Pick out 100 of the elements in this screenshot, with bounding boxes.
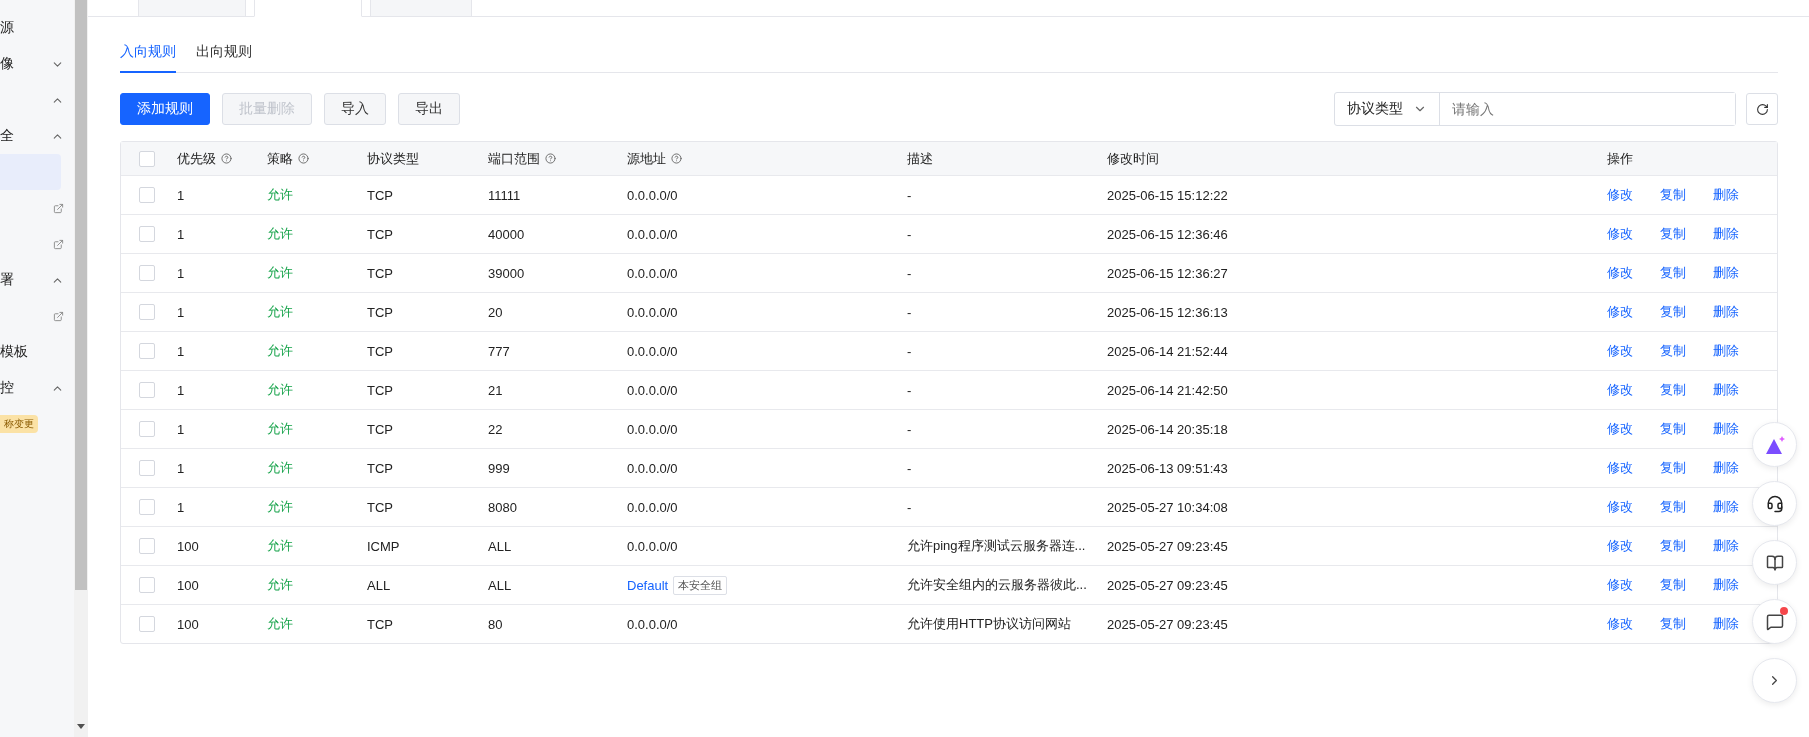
table-cell-text: 允许 bbox=[267, 342, 294, 360]
checkbox[interactable] bbox=[139, 265, 155, 281]
table-cell-text: 0.0.0.0/0 bbox=[627, 226, 679, 242]
sidebar-group-label[interactable]: 控 bbox=[0, 379, 14, 397]
checkbox[interactable] bbox=[139, 226, 155, 242]
tab[interactable] bbox=[370, 0, 472, 17]
action-link[interactable]: 修改 bbox=[1607, 615, 1633, 633]
table-cell-text: TCP bbox=[367, 226, 394, 242]
table-cell-text: 1 bbox=[177, 421, 186, 437]
table-cell-text: 允许 bbox=[267, 537, 294, 555]
action-link[interactable]: 删除 bbox=[1713, 303, 1739, 321]
column-header: 协议类型 bbox=[367, 149, 419, 168]
action-link[interactable]: 修改 bbox=[1607, 498, 1633, 516]
action-link[interactable]: 复制 bbox=[1660, 420, 1686, 438]
action-link[interactable]: 删除 bbox=[1713, 537, 1739, 555]
sidebar-item[interactable]: 源 bbox=[0, 19, 14, 37]
table-cell-text: 80 bbox=[488, 616, 504, 632]
action-link[interactable]: 复制 bbox=[1660, 264, 1686, 282]
action-link[interactable]: 复制 bbox=[1660, 459, 1686, 477]
table-cell-text: - bbox=[907, 226, 913, 242]
action-link[interactable]: 删除 bbox=[1713, 225, 1739, 243]
checkbox[interactable] bbox=[139, 150, 155, 167]
table-cell-text: 2025-06-15 12:36:13 bbox=[1107, 304, 1229, 320]
table-cell-text: 2025-06-14 20:35:18 bbox=[1107, 421, 1229, 437]
action-link[interactable]: 修改 bbox=[1607, 576, 1633, 594]
source-tag: 本安全组 bbox=[673, 575, 728, 595]
action-link[interactable]: 删除 bbox=[1713, 342, 1739, 360]
sidebar-group-label[interactable]: 像 bbox=[0, 55, 14, 73]
action-link[interactable]: 修改 bbox=[1607, 225, 1633, 243]
floating-button[interactable] bbox=[1752, 540, 1797, 585]
table-cell-text: 2025-05-27 10:34:08 bbox=[1107, 499, 1229, 515]
action-link[interactable]: 复制 bbox=[1660, 498, 1686, 516]
action-link[interactable]: 复制 bbox=[1660, 381, 1686, 399]
checkbox[interactable] bbox=[139, 499, 155, 515]
search-field[interactable]: 协议类型 请输入 bbox=[1334, 92, 1736, 126]
scrollbar[interactable] bbox=[74, 0, 88, 737]
table-cell-text: 40000 bbox=[488, 226, 526, 242]
table-cell-text: - bbox=[907, 421, 913, 437]
sidebar-group-label[interactable]: 署 bbox=[0, 271, 14, 289]
checkbox[interactable] bbox=[139, 538, 155, 554]
table-cell-text: ALL bbox=[488, 538, 513, 554]
action-link[interactable]: 复制 bbox=[1660, 186, 1686, 204]
checkbox[interactable] bbox=[139, 421, 155, 437]
sidebar-group-label[interactable]: 全 bbox=[0, 127, 14, 145]
action-link[interactable]: 删除 bbox=[1713, 615, 1739, 633]
action-link[interactable]: 修改 bbox=[1607, 381, 1633, 399]
source-link[interactable]: Default bbox=[627, 577, 669, 593]
action-link[interactable]: 修改 bbox=[1607, 537, 1633, 555]
action-link[interactable]: 删除 bbox=[1713, 381, 1739, 399]
checkbox[interactable] bbox=[139, 382, 155, 398]
table-cell-text: 2025-05-27 09:23:45 bbox=[1107, 577, 1229, 593]
column-header: 修改时间 bbox=[1107, 149, 1159, 168]
external-link-icon bbox=[53, 310, 64, 322]
table-cell-text: - bbox=[907, 187, 913, 203]
column-header: 描述 bbox=[907, 149, 933, 168]
sidebar-item[interactable]: 模板 bbox=[0, 343, 28, 361]
action-link[interactable]: 修改 bbox=[1607, 420, 1633, 438]
checkbox[interactable] bbox=[139, 187, 155, 203]
sidebar-badge: 称变更 bbox=[0, 415, 38, 433]
table-cell-text: 1 bbox=[177, 343, 186, 359]
checkbox[interactable] bbox=[139, 343, 155, 359]
floating-button[interactable] bbox=[1752, 481, 1797, 526]
action-link[interactable]: 修改 bbox=[1607, 186, 1633, 204]
checkbox[interactable] bbox=[139, 577, 155, 593]
action-link[interactable]: 删除 bbox=[1713, 264, 1739, 282]
action-link[interactable]: 复制 bbox=[1660, 576, 1686, 594]
table-cell-text: 777 bbox=[488, 343, 511, 359]
tab[interactable]: 出向规则 bbox=[196, 35, 252, 73]
action-link[interactable]: 复制 bbox=[1660, 615, 1686, 633]
toolbar-button[interactable]: 导出 bbox=[398, 93, 460, 125]
action-link[interactable]: 删除 bbox=[1713, 498, 1739, 516]
tab[interactable] bbox=[254, 0, 362, 17]
action-link[interactable]: 复制 bbox=[1660, 342, 1686, 360]
checkbox[interactable] bbox=[139, 304, 155, 320]
action-link[interactable]: 复制 bbox=[1660, 303, 1686, 321]
table-cell-text: 0.0.0.0/0 bbox=[627, 616, 679, 632]
checkbox[interactable] bbox=[139, 616, 155, 632]
toolbar-button[interactable]: 添加规则 bbox=[120, 93, 210, 125]
floating-button[interactable] bbox=[1752, 599, 1797, 644]
action-link[interactable]: 复制 bbox=[1660, 225, 1686, 243]
tab[interactable] bbox=[138, 0, 246, 17]
action-link[interactable]: 删除 bbox=[1713, 576, 1739, 594]
action-link[interactable]: 复制 bbox=[1660, 537, 1686, 555]
table-cell-text: - bbox=[907, 382, 913, 398]
checkbox[interactable] bbox=[139, 460, 155, 476]
action-link[interactable]: 删除 bbox=[1713, 459, 1739, 477]
action-link[interactable]: 修改 bbox=[1607, 264, 1633, 282]
table-cell-text: 2025-06-14 21:42:50 bbox=[1107, 382, 1229, 398]
action-link[interactable]: 删除 bbox=[1713, 420, 1739, 438]
action-link[interactable]: 修改 bbox=[1607, 303, 1633, 321]
action-link[interactable]: 删除 bbox=[1713, 186, 1739, 204]
action-link[interactable]: 修改 bbox=[1607, 342, 1633, 360]
tab[interactable]: 入向规则 bbox=[120, 35, 176, 73]
action-link[interactable]: 修改 bbox=[1607, 459, 1633, 477]
refresh-button[interactable] bbox=[1746, 93, 1778, 125]
toolbar-button[interactable]: 导入 bbox=[324, 93, 386, 125]
table-cell-text: 1 bbox=[177, 304, 186, 320]
table-cell-text: 2025-06-15 12:36:27 bbox=[1107, 265, 1229, 281]
table-cell-text: 8080 bbox=[488, 499, 518, 515]
table-cell-text: - bbox=[907, 499, 913, 515]
